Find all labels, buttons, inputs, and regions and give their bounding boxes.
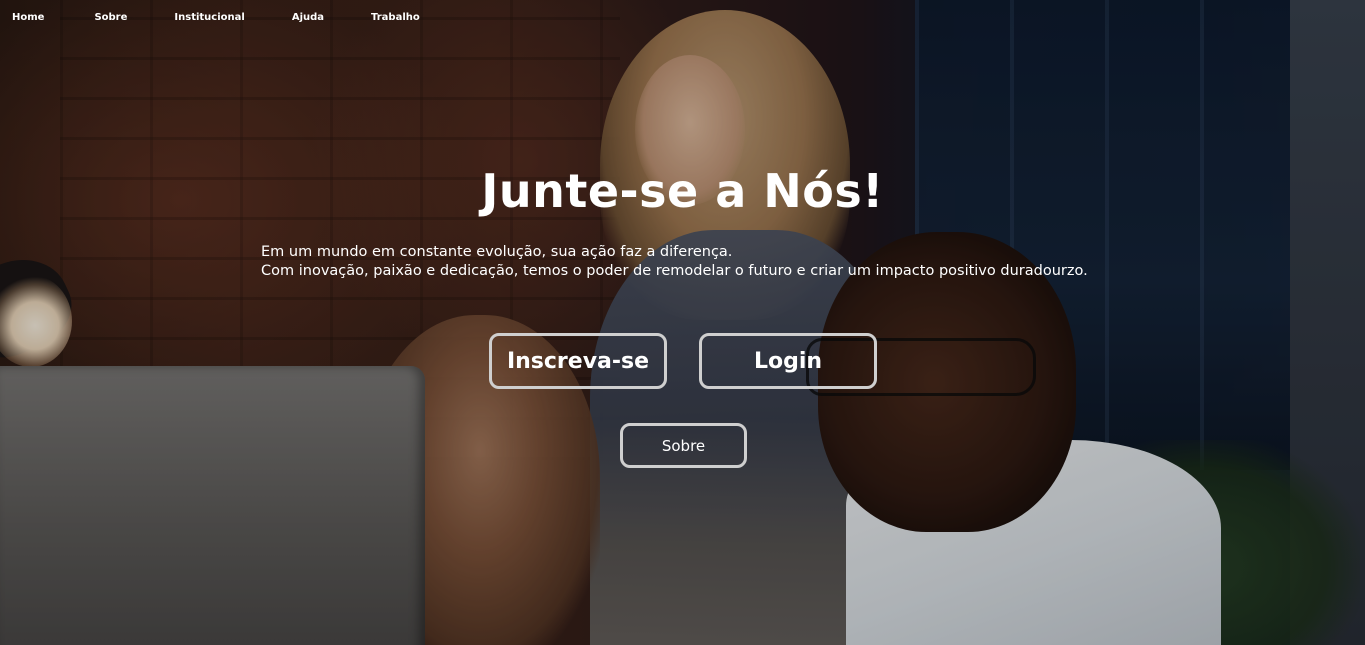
hero-title: Junte-se a Nós! [481,164,884,218]
hero-description-line-2: Com inovação, paixão e dedicação, temos … [261,263,1088,279]
about-button[interactable]: Sobre [620,423,747,468]
hero-background-photo [0,0,1365,645]
top-navigation: Home Sobre Institucional Ajuda Trabalho [12,12,467,23]
login-button[interactable]: Login [699,333,877,389]
background-overlay [0,0,1365,645]
signup-button[interactable]: Inscreva-se [489,333,667,389]
nav-link-home[interactable]: Home [12,12,44,23]
nav-link-ajuda[interactable]: Ajuda [292,12,324,23]
hero-description: Em um mundo em constante evolução, sua a… [261,243,1261,281]
nav-link-institucional[interactable]: Institucional [174,12,244,23]
nav-link-trabalho[interactable]: Trabalho [371,12,420,23]
nav-link-sobre[interactable]: Sobre [94,12,127,23]
hero-description-line-1: Em um mundo em constante evolução, sua a… [261,244,733,260]
